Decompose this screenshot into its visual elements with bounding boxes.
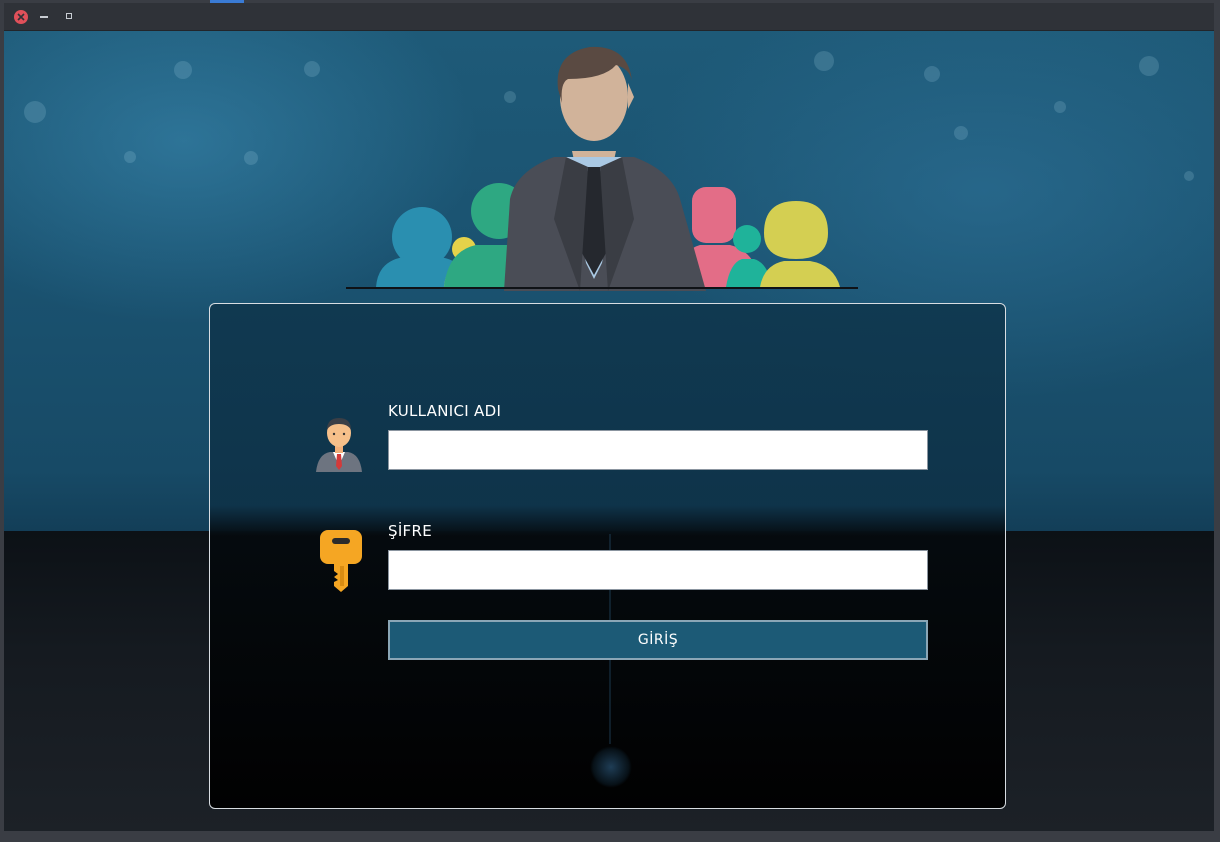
person-yellow — [760, 201, 840, 287]
bokeh — [1184, 171, 1194, 181]
user-avatar-icon — [316, 418, 362, 472]
bokeh — [24, 101, 46, 123]
bokeh — [954, 126, 968, 140]
bokeh — [1139, 56, 1159, 76]
login-button[interactable]: GİRİŞ — [388, 620, 928, 660]
bokeh — [1054, 101, 1066, 113]
app-window: KULLANICI ADI ŞİFRE GİRİŞ — [0, 0, 1220, 842]
maximize-icon[interactable] — [66, 13, 72, 19]
password-label: ŞİFRE — [388, 522, 432, 540]
team-illustration — [376, 46, 840, 291]
bokeh — [244, 151, 258, 165]
minimize-icon[interactable] — [40, 16, 48, 18]
key-icon — [320, 530, 362, 592]
close-icon[interactable] — [14, 10, 28, 24]
password-input[interactable] — [388, 550, 928, 590]
hero-divider — [346, 287, 858, 289]
bokeh — [304, 61, 320, 77]
background-glow — [590, 746, 632, 788]
username-label: KULLANICI ADI — [388, 402, 502, 420]
titlebar — [4, 3, 1214, 31]
login-background: KULLANICI ADI ŞİFRE GİRİŞ — [4, 31, 1214, 831]
login-panel: KULLANICI ADI ŞİFRE GİRİŞ — [209, 303, 1006, 809]
bokeh — [924, 66, 940, 82]
bokeh — [124, 151, 136, 163]
bokeh — [174, 61, 192, 79]
businessman — [504, 46, 706, 291]
username-input[interactable] — [388, 430, 928, 470]
